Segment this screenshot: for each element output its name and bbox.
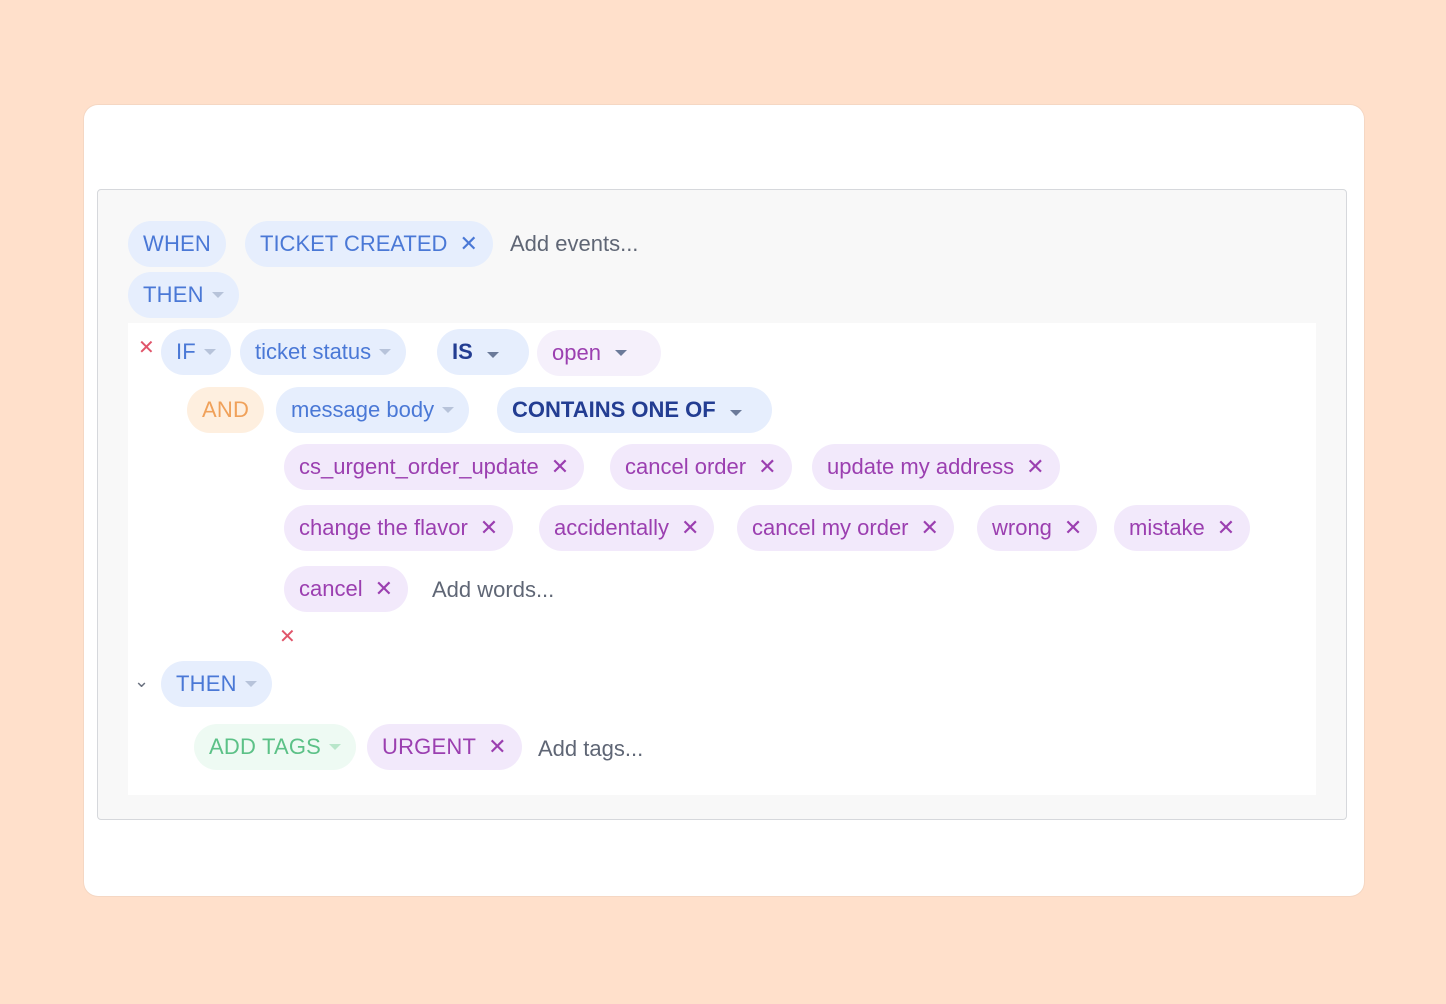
add-events-input[interactable]: Add events... bbox=[510, 231, 638, 257]
close-icon[interactable]: ✕ bbox=[138, 335, 155, 360]
word-chip[interactable]: wrong ✕ bbox=[977, 505, 1098, 551]
event-chip[interactable]: TICKET CREATED ✕ bbox=[245, 221, 493, 267]
action-then-label: THEN bbox=[176, 671, 237, 696]
word-label: accidentally bbox=[554, 515, 669, 540]
word-label: cancel bbox=[299, 576, 363, 601]
word-label: mistake bbox=[1129, 515, 1205, 540]
close-icon[interactable]: ✕ bbox=[480, 517, 498, 539]
word-chip[interactable]: cancel order ✕ bbox=[610, 444, 792, 490]
close-icon[interactable]: ✕ bbox=[459, 233, 477, 255]
caret-down-icon bbox=[329, 744, 342, 750]
word-label: cancel my order bbox=[752, 515, 909, 540]
field-dropdown[interactable]: ticket status bbox=[240, 329, 407, 375]
caret-down-icon bbox=[244, 681, 257, 687]
word-chip[interactable]: update my address ✕ bbox=[812, 444, 1060, 490]
rule-card: WHEN TICKET CREATED ✕ Add events... THEN… bbox=[84, 105, 1364, 896]
action-type-label: ADD TAGS bbox=[209, 734, 322, 759]
operator2-dropdown[interactable]: CONTAINS ONE OF bbox=[497, 387, 772, 433]
word-label: update my address bbox=[827, 454, 1015, 479]
caret-down-icon bbox=[442, 407, 455, 413]
caret-down-icon bbox=[486, 352, 499, 358]
close-icon[interactable]: ✕ bbox=[1064, 517, 1082, 539]
caret-down-icon bbox=[379, 349, 392, 355]
caret-down-icon bbox=[614, 350, 627, 356]
close-icon[interactable]: ✕ bbox=[279, 624, 296, 649]
word-chip[interactable]: cancel my order ✕ bbox=[737, 505, 954, 551]
and-keyword: AND bbox=[187, 387, 265, 433]
close-icon[interactable]: ✕ bbox=[375, 578, 393, 600]
condition-block: ✕ IF ticket status IS open AND message b… bbox=[128, 323, 1316, 795]
event-label: TICKET CREATED bbox=[260, 231, 448, 256]
close-icon[interactable]: ✕ bbox=[758, 456, 776, 478]
if-dropdown[interactable]: IF bbox=[161, 329, 231, 375]
word-chip[interactable]: cs_urgent_order_update ✕ bbox=[284, 444, 585, 490]
and-label: AND bbox=[202, 397, 250, 422]
caret-down-icon bbox=[211, 292, 224, 298]
chevron-down-icon[interactable]: ⌄ bbox=[134, 671, 149, 692]
close-icon[interactable]: ✕ bbox=[1217, 517, 1235, 539]
word-label: change the flavor bbox=[299, 515, 468, 540]
word-chip[interactable]: accidentally ✕ bbox=[539, 505, 715, 551]
caret-down-icon bbox=[203, 349, 216, 355]
word-chip[interactable]: cancel ✕ bbox=[284, 566, 409, 612]
if-label: IF bbox=[176, 339, 196, 364]
word-label: cs_urgent_order_update bbox=[299, 454, 539, 479]
operator-label: IS bbox=[452, 339, 473, 364]
close-icon[interactable]: ✕ bbox=[488, 736, 507, 758]
tag-label: URGENT bbox=[382, 734, 477, 759]
rule-editor: WHEN TICKET CREATED ✕ Add events... THEN… bbox=[97, 189, 1347, 820]
add-words-input[interactable]: Add words... bbox=[432, 577, 554, 603]
then-dropdown[interactable]: THEN bbox=[128, 272, 239, 318]
word-chip[interactable]: change the flavor ✕ bbox=[284, 505, 514, 551]
action-type-dropdown[interactable]: ADD TAGS bbox=[194, 724, 357, 770]
value-label: open bbox=[552, 340, 601, 365]
field-label: ticket status bbox=[255, 339, 372, 364]
word-chip[interactable]: mistake ✕ bbox=[1114, 505, 1251, 551]
action-then-dropdown[interactable]: THEN bbox=[161, 661, 272, 707]
close-icon[interactable]: ✕ bbox=[681, 517, 699, 539]
operator2-label: CONTAINS ONE OF bbox=[512, 397, 716, 422]
word-label: wrong bbox=[992, 515, 1052, 540]
add-tags-input[interactable]: Add tags... bbox=[538, 736, 643, 762]
word-label: cancel order bbox=[625, 454, 747, 479]
caret-down-icon bbox=[729, 410, 742, 416]
tag-chip[interactable]: URGENT ✕ bbox=[367, 724, 522, 770]
close-icon[interactable]: ✕ bbox=[921, 517, 939, 539]
then-label: THEN bbox=[143, 282, 204, 307]
close-icon[interactable]: ✕ bbox=[551, 456, 569, 478]
field2-dropdown[interactable]: message body bbox=[276, 387, 470, 433]
operator-dropdown[interactable]: IS bbox=[437, 329, 529, 375]
when-label: WHEN bbox=[143, 231, 212, 256]
value-dropdown[interactable]: open bbox=[537, 330, 661, 376]
close-icon[interactable]: ✕ bbox=[1026, 456, 1044, 478]
field2-label: message body bbox=[291, 397, 435, 422]
when-keyword: WHEN bbox=[128, 221, 227, 267]
